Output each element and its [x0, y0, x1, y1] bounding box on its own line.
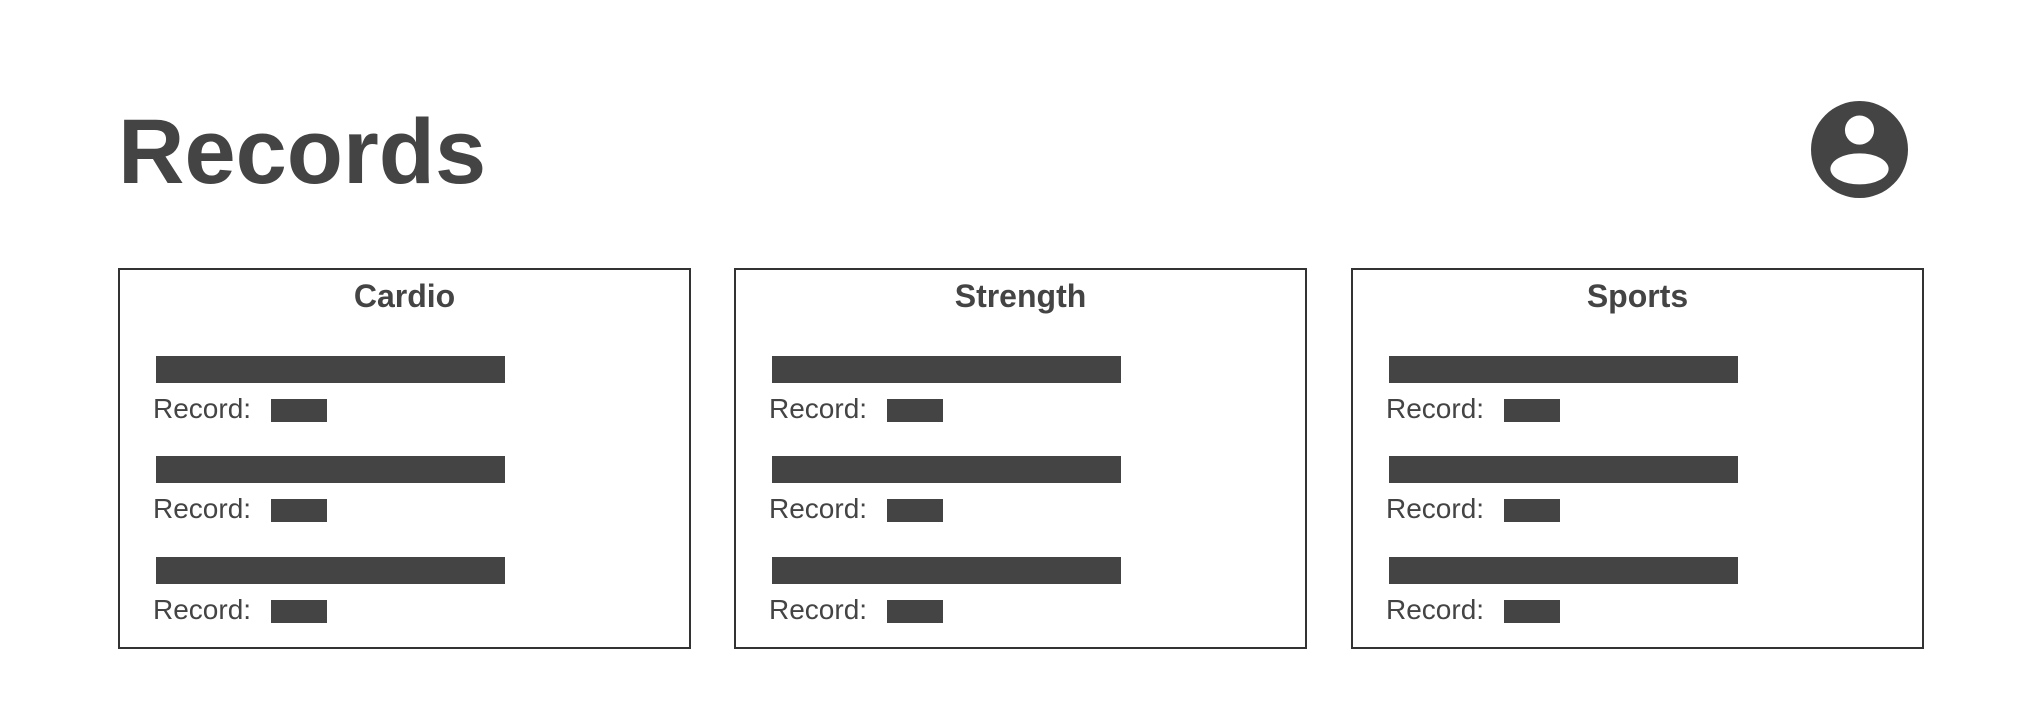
- record-value-placeholder: [271, 499, 327, 522]
- activity-name-placeholder[interactable]: [1389, 356, 1738, 383]
- category-title: Strength: [954, 278, 1087, 314]
- user-circle-icon: [1811, 101, 1908, 198]
- record-item: Record:: [736, 356, 1305, 436]
- category-title: Sports: [1586, 278, 1689, 314]
- activity-name-placeholder[interactable]: [772, 356, 1121, 383]
- page-title: Records: [118, 101, 487, 203]
- activity-name-placeholder[interactable]: [772, 557, 1121, 584]
- record-item: Record:: [120, 456, 689, 536]
- record-value-placeholder: [887, 499, 943, 522]
- record-label: Record:: [153, 393, 252, 424]
- category-card-strength: Strength Record: Record: Record:: [734, 268, 1307, 649]
- record-label: Record:: [153, 493, 252, 524]
- record-value-placeholder: [271, 600, 327, 623]
- record-value-placeholder: [271, 399, 327, 422]
- record-value-placeholder: [1504, 499, 1560, 522]
- record-label: Record:: [1386, 493, 1485, 524]
- activity-name-placeholder[interactable]: [156, 557, 505, 584]
- record-item: Record:: [120, 557, 689, 637]
- record-label: Record:: [1386, 393, 1485, 424]
- record-item: Record:: [1353, 456, 1922, 536]
- record-value-placeholder: [887, 399, 943, 422]
- record-value-placeholder: [887, 600, 943, 623]
- category-card-cardio: Cardio Record: Record: Record:: [118, 268, 691, 649]
- activity-name-placeholder[interactable]: [156, 456, 505, 483]
- activity-name-placeholder[interactable]: [156, 356, 505, 383]
- record-item: Record:: [736, 557, 1305, 637]
- record-item: Record:: [1353, 356, 1922, 436]
- record-label: Record:: [153, 594, 252, 625]
- activity-name-placeholder[interactable]: [772, 456, 1121, 483]
- record-label: Record:: [769, 393, 868, 424]
- record-item: Record:: [736, 456, 1305, 536]
- record-item: Record:: [120, 356, 689, 436]
- record-label: Record:: [1386, 594, 1485, 625]
- record-label: Record:: [769, 594, 868, 625]
- record-value-placeholder: [1504, 399, 1560, 422]
- record-value-placeholder: [1504, 600, 1560, 623]
- activity-name-placeholder[interactable]: [1389, 557, 1738, 584]
- category-title: Cardio: [353, 278, 456, 314]
- activity-name-placeholder[interactable]: [1389, 456, 1738, 483]
- record-label: Record:: [769, 493, 868, 524]
- category-card-sports: Sports Record: Record: Record:: [1351, 268, 1924, 649]
- record-item: Record:: [1353, 557, 1922, 637]
- avatar[interactable]: [1811, 101, 1908, 198]
